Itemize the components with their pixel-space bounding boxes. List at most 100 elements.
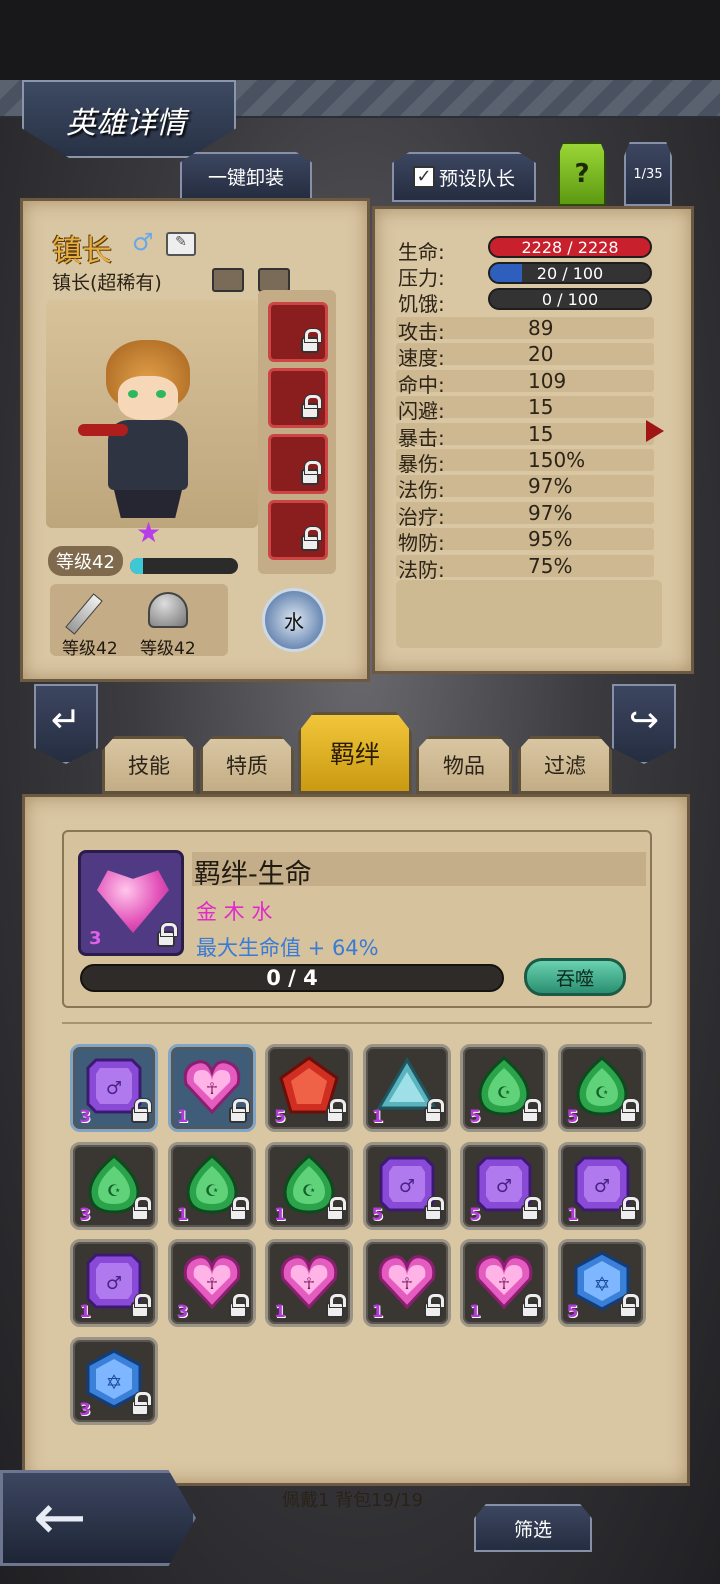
lock-icon bbox=[301, 527, 321, 551]
stat-label: 法防: bbox=[398, 557, 445, 582]
gem-slot-green-drop[interactable]: ☪ 3 bbox=[70, 1141, 158, 1230]
stat-value: 109 bbox=[528, 368, 567, 393]
lock-icon bbox=[131, 1391, 151, 1416]
gem-slot-blue-hexagon[interactable]: ✡ 3 bbox=[70, 1336, 158, 1425]
hero-rarity: 镇长(超稀有) bbox=[52, 272, 162, 294]
bond-effect: 最大生命值 + 64% bbox=[196, 936, 379, 960]
lock-icon bbox=[326, 1196, 346, 1221]
stat-label: 暴击: bbox=[398, 425, 445, 450]
shuffle-icon[interactable] bbox=[258, 268, 290, 292]
gem-slot-green-drop[interactable]: ☪ 1 bbox=[167, 1141, 256, 1230]
devour-button[interactable]: 吞噬 bbox=[524, 958, 626, 996]
helmet-icon[interactable] bbox=[148, 592, 188, 628]
gem-count: 5 bbox=[566, 1302, 579, 1322]
next-hero-button[interactable]: ↪ bbox=[612, 684, 676, 764]
next-hero-arrow-icon[interactable] bbox=[646, 420, 664, 442]
tab-bonds[interactable]: 羁绊 bbox=[298, 712, 412, 794]
gem-slot-purple-square[interactable]: ♂ 1 bbox=[557, 1141, 646, 1230]
gem-count: 1 bbox=[176, 1107, 189, 1127]
stat-label: 速度: bbox=[398, 346, 445, 371]
gem-count: 3 bbox=[79, 1204, 91, 1225]
gem-slot-blue-hexagon[interactable]: ✡ 5 bbox=[557, 1239, 646, 1327]
stat-label: 物防: bbox=[398, 531, 445, 556]
gem-slot-purple-square[interactable]: ♂ 5 bbox=[460, 1141, 548, 1230]
stat-value: 97% bbox=[528, 474, 573, 499]
slot-crest-icon[interactable] bbox=[268, 434, 328, 494]
help-button[interactable]: ? bbox=[558, 142, 606, 206]
gem-slot-pink-heart[interactable]: ☥ 1 bbox=[460, 1239, 548, 1327]
bond-gem-icon: 3 bbox=[78, 850, 184, 956]
preset-leader-toggle[interactable]: ✓ 预设队长 bbox=[392, 152, 536, 202]
gem-slot-purple-square[interactable]: ♂ 3 bbox=[70, 1044, 158, 1132]
bond-elements: 金 木 水 bbox=[196, 900, 273, 924]
tab-traits[interactable]: 特质 bbox=[200, 736, 294, 794]
gem-slot-pink-heart[interactable]: ☥ 1 bbox=[265, 1239, 353, 1327]
gem-count: 5 bbox=[566, 1107, 579, 1127]
lock-icon bbox=[618, 1294, 639, 1318]
gem-count: 5 bbox=[469, 1204, 481, 1225]
lock-icon bbox=[228, 1294, 249, 1318]
gem-slot-green-drop[interactable]: ☪ 1 bbox=[265, 1141, 353, 1230]
lock-icon bbox=[423, 1294, 444, 1318]
gem-slot-pink-heart[interactable]: ☥ 1 bbox=[362, 1239, 451, 1327]
inventory-counter: 佩戴1 背包19/19 bbox=[282, 1490, 424, 1511]
svg-text:✡: ✡ bbox=[593, 1272, 610, 1296]
lock-icon bbox=[301, 461, 321, 485]
gem-count: 1 bbox=[371, 1302, 384, 1322]
rename-pencil-icon[interactable]: ✎ bbox=[166, 232, 196, 256]
exp-bar bbox=[130, 558, 238, 574]
gem-slot-pink-heart[interactable]: ☥ 3 bbox=[167, 1239, 256, 1327]
stat-value: 89 bbox=[528, 316, 554, 340]
lock-icon bbox=[326, 1099, 346, 1123]
stat-label: 命中: bbox=[398, 372, 445, 397]
svg-text:♂: ♂ bbox=[593, 1176, 609, 1197]
lock-icon bbox=[301, 329, 321, 353]
hero-name: 镇长 bbox=[52, 234, 112, 269]
svg-text:☪: ☪ bbox=[107, 1181, 121, 1200]
gem-slot-pink-heart[interactable]: ☥ 1 bbox=[167, 1044, 256, 1132]
weapon-level: 等级42 bbox=[62, 639, 118, 659]
hp-label: 生命: bbox=[398, 240, 445, 264]
svg-text:♂: ♂ bbox=[398, 1176, 414, 1197]
tab-skills[interactable]: 技能 bbox=[102, 736, 196, 794]
svg-text:☪: ☪ bbox=[497, 1083, 511, 1102]
gem-count: 5 bbox=[469, 1107, 481, 1127]
lock-icon bbox=[521, 1099, 541, 1123]
gem-count: 1 bbox=[566, 1204, 579, 1225]
stat-label: 暴伤: bbox=[398, 452, 445, 476]
lock-icon bbox=[521, 1196, 541, 1221]
gem-count: 1 bbox=[274, 1204, 286, 1225]
male-icon: ♂ bbox=[132, 228, 154, 256]
lock-icon bbox=[326, 1294, 346, 1318]
stat-value: 150% bbox=[528, 448, 586, 472]
slot-heart-icon[interactable] bbox=[268, 500, 328, 560]
stats-footer-area bbox=[396, 580, 662, 648]
back-arrow-icon: ← bbox=[33, 1481, 87, 1555]
back-button[interactable]: ← bbox=[0, 1470, 196, 1566]
gem-slot-green-drop[interactable]: ☪ 5 bbox=[460, 1044, 548, 1132]
gem-slot-purple-square[interactable]: ♂ 5 bbox=[362, 1141, 451, 1230]
slot-weapon-icon[interactable] bbox=[268, 302, 328, 362]
filter-button[interactable]: 筛选 bbox=[474, 1504, 592, 1552]
lock-icon bbox=[131, 1196, 151, 1221]
tab-items[interactable]: 物品 bbox=[416, 736, 512, 794]
stat-value: 15 bbox=[528, 421, 554, 446]
page-counter: 1/35 bbox=[624, 142, 672, 206]
gem-slot-red-pentagon[interactable]: 5 bbox=[265, 1044, 353, 1132]
gem-slot-teal-triangle[interactable]: 1 bbox=[362, 1044, 451, 1132]
preset-leader-label: 预设队长 bbox=[438, 167, 515, 190]
armor-level: 等级42 bbox=[140, 639, 196, 659]
gem-slot-green-drop[interactable]: ☪ 5 bbox=[557, 1044, 646, 1132]
unequip-all-button[interactable]: 一键卸装 bbox=[180, 152, 312, 200]
gem-count: 3 bbox=[79, 1107, 91, 1127]
prev-hero-button[interactable]: ↵ bbox=[34, 684, 98, 764]
slot-book-icon[interactable] bbox=[268, 368, 328, 428]
hero-level: 等级42 bbox=[48, 546, 123, 576]
tab-filter[interactable]: 过滤 bbox=[518, 736, 612, 794]
page-title: 英雄详情 bbox=[66, 106, 186, 141]
bond-progress-value: 0 / 4 bbox=[266, 966, 318, 990]
checkbox-icon[interactable]: ✓ bbox=[412, 166, 435, 188]
swap-icon[interactable] bbox=[212, 268, 244, 292]
gem-slot-purple-square[interactable]: ♂ 1 bbox=[70, 1239, 158, 1327]
stress-bar: 20 / 100 bbox=[488, 262, 652, 284]
